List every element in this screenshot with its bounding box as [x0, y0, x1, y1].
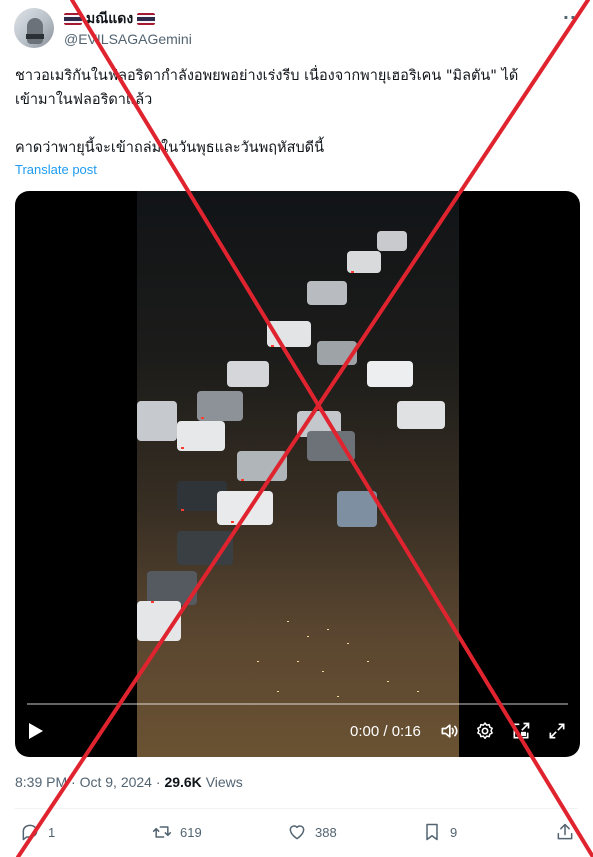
repost-button[interactable]: 619: [152, 822, 202, 842]
more-options-icon[interactable]: ··: [563, 8, 577, 27]
reply-count: 1: [48, 824, 56, 840]
video-controls: 0:00 / 0:16: [15, 713, 580, 753]
avatar-figure: [27, 18, 43, 44]
author-name-row[interactable]: มณีแดง: [64, 8, 156, 30]
avatar-band: [26, 34, 44, 39]
repost-icon: [152, 826, 172, 838]
like-count: 388: [315, 824, 337, 840]
settings-icon[interactable]: [475, 721, 495, 741]
tweet-time[interactable]: 8:39 PM: [15, 774, 67, 790]
meta-separator: ·: [71, 774, 76, 790]
play-icon[interactable]: [29, 723, 43, 739]
video-frame: [137, 191, 459, 757]
fullscreen-icon[interactable]: [547, 721, 567, 741]
bookmark-icon: [426, 823, 438, 841]
translate-post-link[interactable]: Translate post: [15, 162, 97, 177]
bookmark-count: 9: [450, 824, 458, 840]
thailand-flag-icon: [64, 13, 82, 25]
heart-icon: [289, 825, 305, 840]
reply-icon: [22, 824, 38, 841]
like-button[interactable]: 388: [287, 822, 337, 842]
video-player[interactable]: 0:00 / 0:16: [15, 191, 580, 757]
share-icon: [557, 823, 573, 840]
meta-separator: ·: [155, 774, 161, 790]
tweet-meta: 8:39 PM · Oct 9, 2024 · 29.6K Views: [15, 774, 243, 790]
views-label: Views: [205, 774, 243, 790]
tweet-text: ชาวอเมริกันในฟลอริดากำลังอพยพอย่างเร่งรี…: [15, 68, 519, 156]
bookmark-button[interactable]: 9: [422, 822, 457, 842]
reply-button[interactable]: 1: [20, 822, 55, 842]
repost-count: 619: [180, 824, 202, 840]
author-display-name[interactable]: มณีแดง: [86, 8, 133, 30]
video-time: 0:00 / 0:16: [350, 723, 421, 740]
volume-icon[interactable]: [439, 721, 459, 741]
author-handle[interactable]: @EVILSAGAGemini: [64, 31, 192, 47]
share-button[interactable]: [555, 822, 575, 842]
views-count: 29.6K: [164, 774, 202, 790]
divider: [15, 808, 578, 809]
pip-icon[interactable]: [511, 721, 531, 741]
video-progress-bar[interactable]: [27, 703, 568, 705]
thailand-flag-icon: [137, 13, 156, 25]
tweet-date[interactable]: Oct 9, 2024: [80, 774, 152, 790]
avatar[interactable]: [14, 8, 54, 48]
